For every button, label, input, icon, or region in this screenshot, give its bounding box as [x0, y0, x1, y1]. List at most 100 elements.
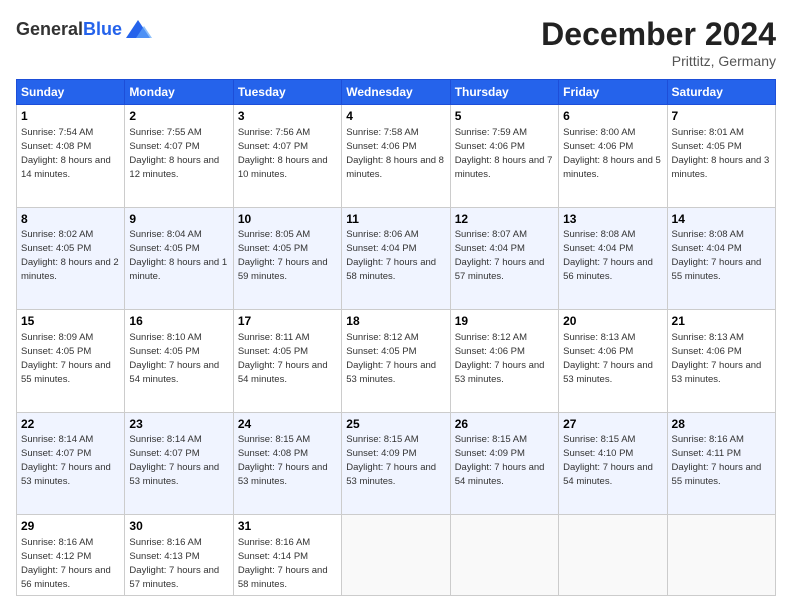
table-row	[559, 515, 667, 596]
day-info: Sunrise: 8:14 AMSunset: 4:07 PMDaylight:…	[21, 434, 111, 487]
day-number: 4	[346, 108, 445, 125]
table-row: 23 Sunrise: 8:14 AMSunset: 4:07 PMDaylig…	[125, 412, 233, 515]
table-row: 4 Sunrise: 7:58 AMSunset: 4:06 PMDayligh…	[342, 105, 450, 208]
day-number: 18	[346, 313, 445, 330]
table-row: 30 Sunrise: 8:16 AMSunset: 4:13 PMDaylig…	[125, 515, 233, 596]
day-number: 6	[563, 108, 662, 125]
logo-general: General	[16, 19, 83, 39]
day-number: 23	[129, 416, 228, 433]
table-row: 6 Sunrise: 8:00 AMSunset: 4:06 PMDayligh…	[559, 105, 667, 208]
table-row: 5 Sunrise: 7:59 AMSunset: 4:06 PMDayligh…	[450, 105, 558, 208]
day-number: 13	[563, 211, 662, 228]
table-row: 26 Sunrise: 8:15 AMSunset: 4:09 PMDaylig…	[450, 412, 558, 515]
weekday-sunday: Sunday	[17, 80, 125, 105]
day-number: 3	[238, 108, 337, 125]
day-number: 15	[21, 313, 120, 330]
table-row	[667, 515, 775, 596]
table-row	[450, 515, 558, 596]
day-info: Sunrise: 8:15 AMSunset: 4:10 PMDaylight:…	[563, 434, 653, 487]
day-number: 28	[672, 416, 771, 433]
table-row: 16 Sunrise: 8:10 AMSunset: 4:05 PMDaylig…	[125, 310, 233, 413]
day-number: 20	[563, 313, 662, 330]
table-row: 24 Sunrise: 8:15 AMSunset: 4:08 PMDaylig…	[233, 412, 341, 515]
day-info: Sunrise: 8:07 AMSunset: 4:04 PMDaylight:…	[455, 229, 545, 282]
day-number: 10	[238, 211, 337, 228]
day-number: 19	[455, 313, 554, 330]
location: Prittitz, Germany	[541, 53, 776, 69]
day-info: Sunrise: 8:02 AMSunset: 4:05 PMDaylight:…	[21, 229, 119, 282]
day-number: 16	[129, 313, 228, 330]
table-row: 18 Sunrise: 8:12 AMSunset: 4:05 PMDaylig…	[342, 310, 450, 413]
table-row: 28 Sunrise: 8:16 AMSunset: 4:11 PMDaylig…	[667, 412, 775, 515]
table-row: 25 Sunrise: 8:15 AMSunset: 4:09 PMDaylig…	[342, 412, 450, 515]
day-info: Sunrise: 7:55 AMSunset: 4:07 PMDaylight:…	[129, 127, 219, 180]
table-row	[342, 515, 450, 596]
calendar-container: GeneralBlue December 2024 Prittitz, Germ…	[0, 0, 792, 612]
day-number: 17	[238, 313, 337, 330]
day-info: Sunrise: 8:11 AMSunset: 4:05 PMDaylight:…	[238, 332, 328, 385]
day-info: Sunrise: 8:00 AMSunset: 4:06 PMDaylight:…	[563, 127, 661, 180]
day-number: 24	[238, 416, 337, 433]
day-number: 12	[455, 211, 554, 228]
title-area: December 2024 Prittitz, Germany	[541, 16, 776, 69]
day-number: 26	[455, 416, 554, 433]
logo-icon	[124, 16, 152, 44]
day-number: 2	[129, 108, 228, 125]
day-info: Sunrise: 8:08 AMSunset: 4:04 PMDaylight:…	[563, 229, 653, 282]
table-row: 29 Sunrise: 8:16 AMSunset: 4:12 PMDaylig…	[17, 515, 125, 596]
weekday-wednesday: Wednesday	[342, 80, 450, 105]
day-info: Sunrise: 8:13 AMSunset: 4:06 PMDaylight:…	[672, 332, 762, 385]
day-number: 30	[129, 518, 228, 535]
table-row: 10 Sunrise: 8:05 AMSunset: 4:05 PMDaylig…	[233, 207, 341, 310]
table-row: 17 Sunrise: 8:11 AMSunset: 4:05 PMDaylig…	[233, 310, 341, 413]
table-row: 13 Sunrise: 8:08 AMSunset: 4:04 PMDaylig…	[559, 207, 667, 310]
day-number: 25	[346, 416, 445, 433]
table-row: 3 Sunrise: 7:56 AMSunset: 4:07 PMDayligh…	[233, 105, 341, 208]
day-number: 5	[455, 108, 554, 125]
day-info: Sunrise: 8:16 AMSunset: 4:14 PMDaylight:…	[238, 537, 328, 590]
table-row: 21 Sunrise: 8:13 AMSunset: 4:06 PMDaylig…	[667, 310, 775, 413]
day-number: 11	[346, 211, 445, 228]
calendar-body: 1 Sunrise: 7:54 AMSunset: 4:08 PMDayligh…	[17, 105, 776, 596]
day-info: Sunrise: 7:59 AMSunset: 4:06 PMDaylight:…	[455, 127, 553, 180]
table-row: 27 Sunrise: 8:15 AMSunset: 4:10 PMDaylig…	[559, 412, 667, 515]
day-info: Sunrise: 8:12 AMSunset: 4:05 PMDaylight:…	[346, 332, 436, 385]
table-row: 19 Sunrise: 8:12 AMSunset: 4:06 PMDaylig…	[450, 310, 558, 413]
day-info: Sunrise: 8:16 AMSunset: 4:13 PMDaylight:…	[129, 537, 219, 590]
table-row: 2 Sunrise: 7:55 AMSunset: 4:07 PMDayligh…	[125, 105, 233, 208]
day-info: Sunrise: 8:13 AMSunset: 4:06 PMDaylight:…	[563, 332, 653, 385]
weekday-thursday: Thursday	[450, 80, 558, 105]
day-info: Sunrise: 8:10 AMSunset: 4:05 PMDaylight:…	[129, 332, 219, 385]
day-number: 21	[672, 313, 771, 330]
weekday-tuesday: Tuesday	[233, 80, 341, 105]
day-info: Sunrise: 8:15 AMSunset: 4:09 PMDaylight:…	[346, 434, 436, 487]
table-row: 14 Sunrise: 8:08 AMSunset: 4:04 PMDaylig…	[667, 207, 775, 310]
day-info: Sunrise: 8:12 AMSunset: 4:06 PMDaylight:…	[455, 332, 545, 385]
day-number: 22	[21, 416, 120, 433]
table-row: 1 Sunrise: 7:54 AMSunset: 4:08 PMDayligh…	[17, 105, 125, 208]
table-row: 20 Sunrise: 8:13 AMSunset: 4:06 PMDaylig…	[559, 310, 667, 413]
day-info: Sunrise: 8:16 AMSunset: 4:12 PMDaylight:…	[21, 537, 111, 590]
day-number: 9	[129, 211, 228, 228]
day-number: 29	[21, 518, 120, 535]
table-row: 22 Sunrise: 8:14 AMSunset: 4:07 PMDaylig…	[17, 412, 125, 515]
calendar-table: Sunday Monday Tuesday Wednesday Thursday…	[16, 79, 776, 596]
calendar-header: Sunday Monday Tuesday Wednesday Thursday…	[17, 80, 776, 105]
logo-blue: Blue	[83, 19, 122, 39]
weekday-saturday: Saturday	[667, 80, 775, 105]
day-info: Sunrise: 8:01 AMSunset: 4:05 PMDaylight:…	[672, 127, 770, 180]
day-number: 8	[21, 211, 120, 228]
table-row: 12 Sunrise: 8:07 AMSunset: 4:04 PMDaylig…	[450, 207, 558, 310]
day-info: Sunrise: 8:16 AMSunset: 4:11 PMDaylight:…	[672, 434, 762, 487]
day-number: 27	[563, 416, 662, 433]
day-info: Sunrise: 8:04 AMSunset: 4:05 PMDaylight:…	[129, 229, 227, 282]
table-row: 9 Sunrise: 8:04 AMSunset: 4:05 PMDayligh…	[125, 207, 233, 310]
day-info: Sunrise: 7:58 AMSunset: 4:06 PMDaylight:…	[346, 127, 444, 180]
day-number: 31	[238, 518, 337, 535]
header: GeneralBlue December 2024 Prittitz, Germ…	[16, 16, 776, 69]
weekday-row: Sunday Monday Tuesday Wednesday Thursday…	[17, 80, 776, 105]
day-number: 14	[672, 211, 771, 228]
table-row: 15 Sunrise: 8:09 AMSunset: 4:05 PMDaylig…	[17, 310, 125, 413]
day-number: 7	[672, 108, 771, 125]
day-info: Sunrise: 7:56 AMSunset: 4:07 PMDaylight:…	[238, 127, 328, 180]
